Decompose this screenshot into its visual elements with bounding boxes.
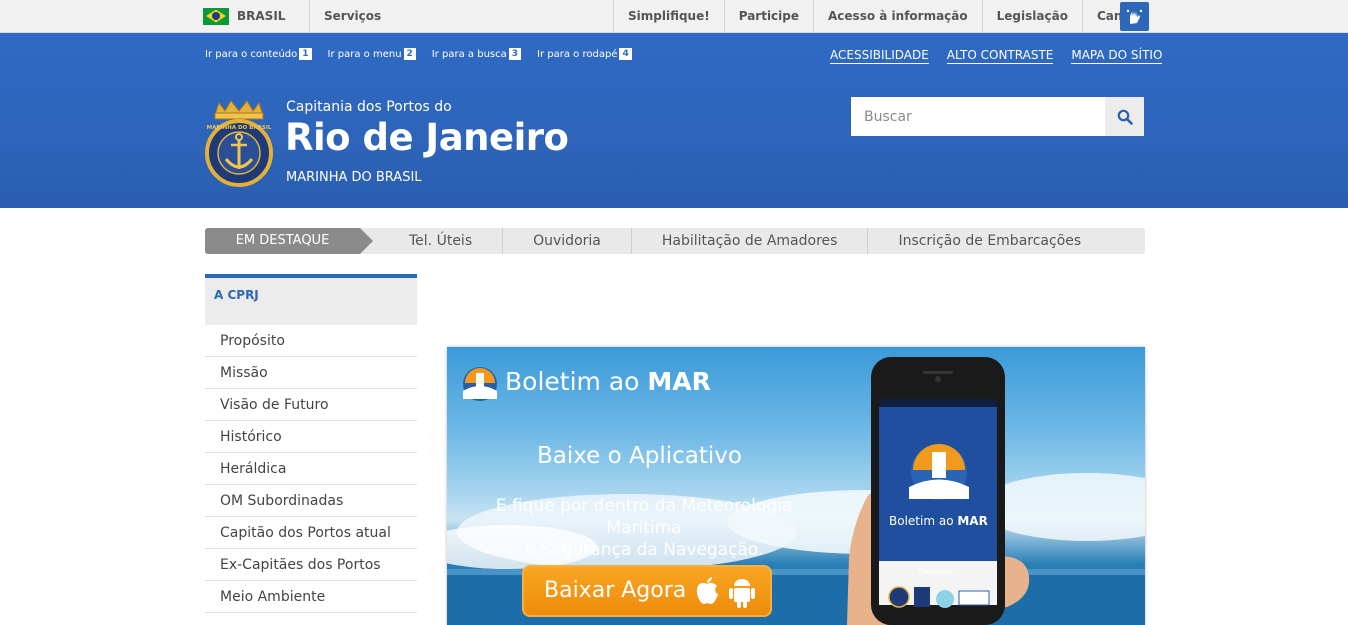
mapa-do-sitio-link[interactable]: MAPA DO SÍTIO (1071, 47, 1163, 64)
phone-app-brand: Boletim ao MAR (889, 514, 988, 528)
download-button-label: Baixar Agora (544, 578, 687, 603)
phone-brand-emphasis: MAR (957, 514, 988, 528)
skip-links: Ir para o conteúdo 1 Ir para o menu 2 Ir p… (205, 48, 632, 60)
gov-bar: BRASIL Serviços Simplifique! Participe A… (0, 0, 1348, 33)
search-icon (1117, 109, 1133, 125)
site-pretitle: Capitania dos Portos do (286, 99, 452, 115)
accessibility-hands-icon (1126, 9, 1142, 24)
brand-emphasis: MAR (647, 367, 711, 396)
skip-number: 1 (299, 48, 312, 60)
simplifique-link[interactable]: Simplifique! (613, 0, 724, 32)
top-links: ACESSIBILIDADE ALTO CONTRASTE MAPA DO SÍ… (830, 47, 1163, 64)
sidebar-item-missao[interactable]: Missão (205, 357, 417, 389)
sidebar-item-meio-ambiente[interactable]: Meio Ambiente (205, 581, 417, 613)
skip-number: 4 (619, 48, 632, 60)
search-form (851, 97, 1144, 136)
sidebar-item-historico[interactable]: Histórico (205, 421, 417, 453)
skip-to-content-link[interactable]: Ir para o conteúdo 1 (205, 48, 312, 60)
divider (309, 0, 310, 32)
site-subtitle: MARINHA DO BRASIL (286, 170, 422, 185)
sidebar-menu: A CPRJ Propósito Missão Visão de Futuro … (205, 274, 417, 613)
inscricao-embarcacoes-link[interactable]: Inscrição de Embarcações (867, 228, 1111, 254)
skip-to-search-link[interactable]: Ir para a busca 3 (431, 48, 522, 60)
servicos-link[interactable]: Serviços (324, 0, 381, 32)
acessibilidade-link[interactable]: ACESSIBILIDADE (830, 47, 929, 64)
banner-brand: Boletim ao MAR (505, 367, 711, 396)
featured-links: Tel. Úteis Ouvidoria Habilitação de Amad… (380, 228, 1111, 254)
logo-text: MARINHA DO BRASIL (207, 125, 272, 131)
search-button[interactable] (1105, 97, 1144, 136)
skip-label: Ir para o menu (327, 48, 402, 60)
acesso-informacao-link[interactable]: Acesso à informação (813, 0, 982, 32)
participe-link[interactable]: Participe (723, 0, 813, 32)
skip-label: Ir para o rodapé (537, 48, 618, 60)
sidebar-item-om-subordinadas[interactable]: OM Subordinadas (205, 485, 417, 517)
phone-brand-text: Boletim ao (889, 514, 958, 528)
skip-to-menu-link[interactable]: Ir para o menu 2 (328, 48, 416, 60)
banner-headline: Baixe o Aplicativo (537, 443, 742, 469)
banner-subline-1: E fique por dentro da Meteorologia Marít… (495, 496, 793, 538)
download-now-button[interactable]: Baixar Agora (522, 565, 772, 617)
accessibility-button[interactable] (1120, 2, 1149, 31)
apple-icon (696, 577, 718, 604)
alto-contraste-link[interactable]: ALTO CONTRASTE (946, 47, 1054, 64)
android-icon (729, 579, 755, 608)
sidebar-item-ex-capitaes[interactable]: Ex-Capitães dos Portos (205, 549, 417, 581)
sidebar-item-proposito[interactable]: Propósito (205, 325, 417, 357)
brazil-flag-icon (203, 7, 229, 25)
app-promo-banner[interactable]: Boletim ao MAR Baixe o Aplicativo E fiqu… (447, 347, 1145, 625)
skip-to-footer-link[interactable]: Ir para o rodapé 4 (537, 48, 632, 60)
featured-label: EM DESTAQUE (205, 228, 373, 254)
featured-bar: EM DESTAQUE Tel. Úteis Ouvidoria Habilit… (205, 228, 1145, 254)
legislacao-link[interactable]: Legislação (981, 0, 1082, 32)
habilitacao-amadores-link[interactable]: Habilitação de Amadores (630, 228, 868, 254)
banner-subline: E fique por dentro da Meteorologia Marít… (464, 495, 824, 561)
gov-links: Simplifique! Participe Acesso à informaç… (613, 0, 1156, 32)
phone-partners-label: Parceiros (917, 567, 954, 576)
sidebar-item-visao-futuro[interactable]: Visão de Futuro (205, 389, 417, 421)
navy-emblem-logo[interactable]: MARINHA DO BRASIL (205, 99, 273, 189)
skip-number: 3 (508, 48, 522, 60)
brand-text: Boletim ao (505, 367, 648, 396)
lighthouse-logo-icon (463, 367, 497, 401)
brasil-link[interactable]: BRASIL (203, 0, 285, 32)
banner-subline-2: e Segurança da Navegação. (524, 540, 764, 560)
skip-number: 2 (403, 48, 416, 60)
ouvidoria-link[interactable]: Ouvidoria (502, 228, 631, 254)
sidebar-list: Propósito Missão Visão de Futuro Históri… (205, 325, 417, 613)
tel-uteis-link[interactable]: Tel. Úteis (380, 228, 502, 254)
sidebar-item-capitao-atual[interactable]: Capitão dos Portos atual (205, 517, 417, 549)
skip-label: Ir para a busca (431, 48, 507, 60)
site-header: Ir para o conteúdo 1 Ir para o menu 2 Ir p… (0, 33, 1348, 208)
search-input[interactable] (851, 97, 1105, 136)
brasil-label: BRASIL (237, 9, 286, 23)
skip-label: Ir para o conteúdo (205, 48, 298, 60)
sidebar-item-heraldica[interactable]: Heráldica (205, 453, 417, 485)
site-title[interactable]: Rio de Janeiro (285, 116, 569, 159)
sidebar-heading: A CPRJ (205, 274, 417, 325)
